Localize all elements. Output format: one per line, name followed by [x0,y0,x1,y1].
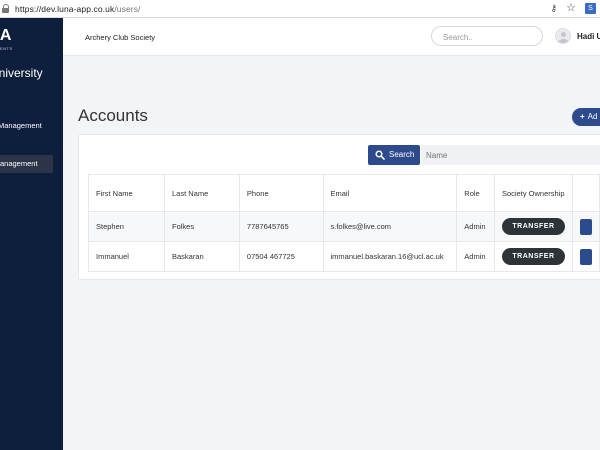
sidebar-item-3[interactable]: t [0,136,53,154]
header-search-input[interactable] [432,28,542,47]
table-row: Immanuel Baskaran 07504 467725 immanuel.… [88,241,600,272]
user-name[interactable]: Hadi U [577,32,600,41]
sidebar-item-label: Management [0,121,42,130]
cell-last-name: Folkes [163,211,240,242]
table-row: Stephen Folkes 7787645765 s.folkes@live.… [88,211,600,242]
app-logo[interactable]: JA [0,27,11,45]
column-header-society-ownership[interactable]: Society Ownership [493,174,573,212]
url-host: https://dev.luna-app.co.uk [15,3,115,14]
lock-icon [2,4,10,13]
column-header-email[interactable]: Email [322,174,458,212]
cell-first-name: Immanuel [88,241,165,272]
extension-icon[interactable]: S [585,3,596,14]
sidebar: JA ENTS University d Management t anagem… [0,18,63,450]
name-search-input[interactable] [421,145,600,165]
cell-last-name: Baskaran [163,241,240,272]
search-button[interactable]: Search [368,145,420,165]
url-field[interactable]: https://dev.luna-app.co.uk/users/ [15,4,141,14]
search-button-label: Search [389,150,415,159]
cell-role: Admin [456,211,495,242]
row-action-button[interactable] [579,218,592,235]
column-header-actions [571,174,600,212]
cell-ownership: TRANSFER [493,241,573,272]
society-title: Archery Club Society [85,33,156,42]
top-header: Archery Club Society Hadi U [63,18,600,56]
column-header-role[interactable]: Role [456,174,495,212]
cell-ownership: TRANSFER [493,211,573,242]
column-header-last-name[interactable]: Last Name [163,174,240,212]
sidebar-item-dashboard[interactable]: d [0,98,53,116]
browser-actions: ⚷ ☆ S [551,3,596,14]
university-name: University [0,66,43,80]
header-search [431,26,543,47]
table-header-row: First Name Last Name Phone Email Role So… [88,174,600,212]
cell-actions [571,211,600,242]
column-header-first-name[interactable]: First Name [88,174,165,212]
cell-role: Admin [456,241,495,272]
row-action-button[interactable] [579,248,592,265]
key-icon[interactable]: ⚷ [551,3,558,14]
sidebar-item-management[interactable]: Management [0,117,63,135]
add-account-button[interactable]: + Ad [572,108,600,126]
url-path: /users/ [114,3,141,14]
search-icon [375,150,385,160]
plus-icon: + [580,112,585,121]
cell-first-name: Stephen [88,211,165,242]
column-header-phone[interactable]: Phone [238,174,324,212]
accounts-table: First Name Last Name Phone Email Role So… [88,174,600,272]
sidebar-item-account-management[interactable]: anagement [0,155,53,173]
page-title: Accounts [78,106,148,125]
transfer-button[interactable]: TRANSFER [501,248,565,265]
avatar[interactable] [555,28,571,44]
transfer-button[interactable]: TRANSFER [501,218,565,235]
cell-email: s.folkes@live.com [322,211,458,242]
bookmark-star-icon[interactable]: ☆ [566,3,576,14]
sidebar-item-label: anagement [0,159,38,168]
logo-subtitle: ENTS [0,46,13,51]
cell-actions [571,241,600,272]
add-button-label: Ad [587,112,598,121]
cell-phone: 7787645765 [238,211,324,242]
cell-email: immanuel.baskaran.16@ucl.ac.uk [322,241,458,272]
cell-phone: 07504 467725 [238,241,324,272]
browser-address-bar: https://dev.luna-app.co.uk/users/ ⚷ ☆ S [0,0,600,18]
